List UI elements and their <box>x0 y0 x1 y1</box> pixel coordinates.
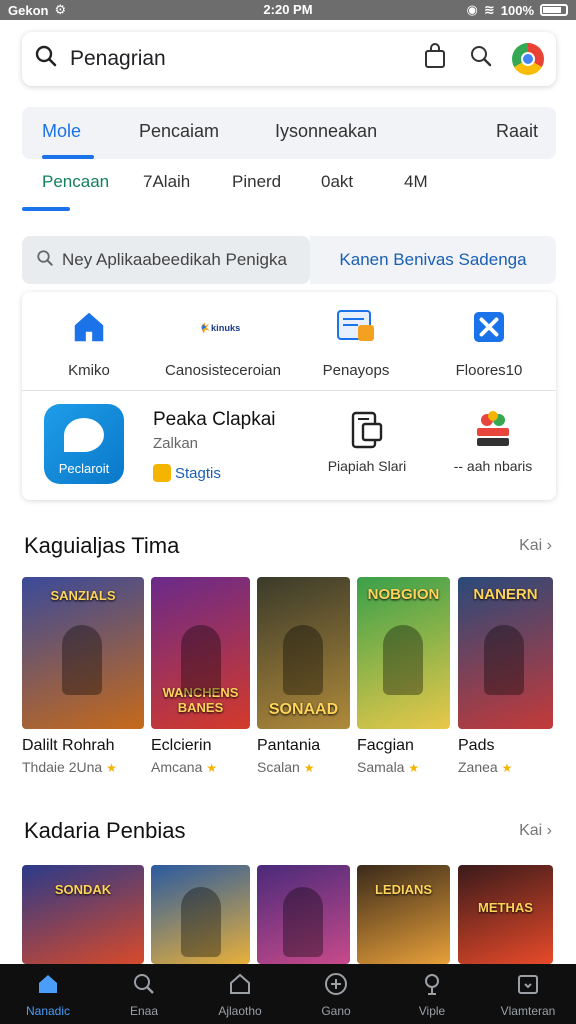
game-cover-art <box>257 865 350 964</box>
subtab-7alaih[interactable]: 7Alaih <box>143 172 190 192</box>
game-card[interactable]: SANZIALS Dalilt Rohrah Thdaie 2Una ★ <box>22 577 144 775</box>
stack-icon <box>438 410 548 450</box>
subtab-pencaan[interactable]: Pencaan <box>42 172 109 192</box>
bottom-navigation: Nanadic Enaa Ajlaotho Gano Viple Vlamter… <box>0 964 576 1024</box>
section-more-1[interactable]: Kai › <box>519 537 552 555</box>
tab-pencaiam[interactable]: Pencaiam <box>139 121 219 142</box>
game-card[interactable]: METHAS <box>458 865 553 964</box>
battery-label: 100% <box>500 2 534 18</box>
subtab-4m[interactable]: 4M <box>404 172 428 192</box>
subtab-pinerd[interactable]: Pinerd <box>232 172 281 192</box>
home-icon <box>65 306 113 348</box>
game-cover-art: METHAS <box>458 865 553 964</box>
quick-action-canosisteceroian[interactable]: kinuks Canosisteceroian <box>156 306 290 379</box>
home-icon <box>0 972 96 998</box>
game-card[interactable] <box>151 865 250 964</box>
game-card[interactable]: NOBGION Facgian Samala ★ <box>357 577 450 775</box>
tab-mole[interactable]: Mole <box>42 121 81 142</box>
search-input[interactable]: Penagrian <box>70 47 412 71</box>
game-cover-art: SONDAK <box>22 865 144 964</box>
section-title-2: Kadaria Penbias <box>24 818 186 843</box>
rating-star-icon: ★ <box>303 761 315 775</box>
tag-icon <box>153 464 171 482</box>
game-card[interactable] <box>257 865 350 964</box>
search-icon <box>96 972 192 998</box>
game-card[interactable]: SONAAD Pantania Scalan ★ <box>257 577 350 775</box>
mini-action-piapiah[interactable]: Piapiah Slari <box>312 410 422 474</box>
kinuks-logo-icon: kinuks <box>199 306 247 348</box>
server-icon <box>312 410 422 450</box>
shopping-bag-icon[interactable] <box>412 42 458 76</box>
rating-star-icon: ★ <box>501 761 513 775</box>
rating-star-icon: ★ <box>106 761 117 775</box>
mini-action-aah-nbaris[interactable]: -- aah nbaris <box>438 410 548 474</box>
featured-app-subtitle: Zalkan <box>153 435 199 452</box>
document-icon <box>332 306 380 348</box>
search-icon <box>36 249 54 272</box>
featured-app-icon[interactable]: Peclaroit <box>44 404 124 484</box>
game-card[interactable]: SONDAK <box>22 865 144 964</box>
card-divider <box>22 390 556 391</box>
game-cover-art <box>151 865 250 964</box>
nav-item-gano[interactable]: Gano <box>288 964 384 1024</box>
search-button-icon[interactable] <box>458 44 504 75</box>
game-cover-art: WANCHENS BANES <box>151 577 250 729</box>
game-card[interactable]: NANERN Pads Zanea ★ <box>458 577 553 775</box>
game-cover-art: NANERN <box>458 577 553 729</box>
rating-star-icon: ★ <box>206 761 218 775</box>
pin-icon <box>384 972 480 998</box>
quick-action-kmiko[interactable]: Kmiko <box>22 306 156 379</box>
quick-action-penayops[interactable]: Penayops <box>289 306 423 379</box>
quick-action-floores10[interactable]: Floores10 <box>422 306 556 379</box>
nav-item-vlamteran[interactable]: Vlamteran <box>480 964 576 1024</box>
featured-app-title[interactable]: Peaka Clapkai <box>153 409 276 431</box>
status-bar: Gekon ⚙ 2:20 PM ◉ ≋ 100% <box>0 0 576 20</box>
nav-item-ajlaotho[interactable]: Ajlaotho <box>192 964 288 1024</box>
section-more-2[interactable]: Kai › <box>519 822 552 840</box>
battery-icon <box>540 4 568 16</box>
featured-app-tag[interactable]: Stagtis <box>153 464 221 482</box>
game-cover-art: SANZIALS <box>22 577 144 729</box>
tab-raait[interactable]: Raait <box>496 121 538 142</box>
bird-logo-icon <box>64 418 104 452</box>
wifi-icon: ≋ <box>483 2 495 17</box>
search-bar[interactable]: Penagrian <box>22 32 556 86</box>
game-card[interactable]: WANCHENS BANES Eclcierin Amcana ★ <box>151 577 250 775</box>
search-icon <box>34 44 62 75</box>
apps-icon <box>192 972 288 998</box>
nav-item-nanadic[interactable]: Nanadic <box>0 964 96 1024</box>
chrome-icon[interactable] <box>512 43 544 75</box>
secondary-search-placeholder: Ney Aplikaabeedikah Penigka <box>62 250 287 269</box>
game-cover-art: NOBGION <box>357 577 450 729</box>
nav-item-enaa[interactable]: Enaa <box>96 964 192 1024</box>
tab-iysonneakan[interactable]: Iysonneakan <box>275 121 377 142</box>
plus-circle-icon <box>288 972 384 998</box>
game-cover-art: SONAAD <box>257 577 350 729</box>
secondary-search-input[interactable]: Ney Aplikaabeedikah Penigka <box>22 236 310 284</box>
nav-item-viple[interactable]: Viple <box>384 964 480 1024</box>
svg-text:kinuks: kinuks <box>211 323 240 333</box>
game-card[interactable]: LEDIANS <box>357 865 450 964</box>
subtab-0akt[interactable]: 0akt <box>321 172 353 192</box>
top-tabs: Mole Pencaiam Iysonneakan Raait <box>22 107 556 159</box>
quick-actions-card: Kmiko kinuks Canosisteceroian Penayops F… <box>22 292 556 500</box>
active-subtab-indicator <box>22 207 70 211</box>
close-square-icon <box>465 306 513 348</box>
location-icon: ◉ <box>466 2 478 17</box>
game-cover-art: LEDIANS <box>357 865 450 964</box>
rating-star-icon: ★ <box>408 761 420 775</box>
section-title-1: Kaguialjas Tima <box>24 533 180 558</box>
inbox-icon <box>480 972 576 998</box>
active-tab-indicator <box>42 155 94 159</box>
secondary-search-link[interactable]: Kanen Benivas Sadenga <box>310 236 556 284</box>
